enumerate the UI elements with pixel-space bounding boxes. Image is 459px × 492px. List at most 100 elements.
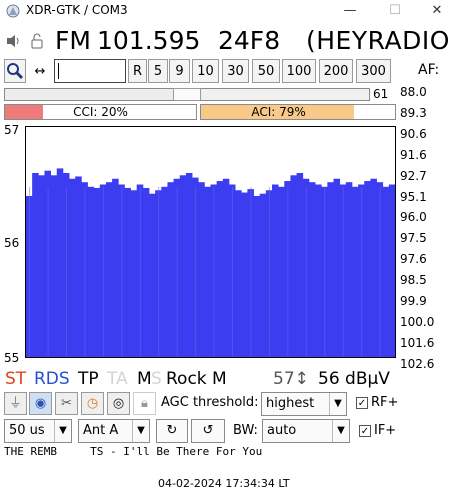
- af-item[interactable]: 96.0: [400, 210, 448, 224]
- signal-bar: [50, 175, 58, 357]
- graph-texture-line: [324, 187, 326, 357]
- status-time: 04-02-2024 17:34:34 LT: [158, 477, 290, 490]
- signal-slider-handle[interactable]: [173, 88, 201, 101]
- step-button-30[interactable]: 30: [222, 59, 249, 83]
- signal-graph[interactable]: [25, 126, 396, 358]
- antenna-value: Ant A: [83, 423, 119, 438]
- signal-bar: [105, 182, 113, 357]
- signal-slider[interactable]: [4, 88, 370, 101]
- frequency-display[interactable]: 101.595: [97, 26, 200, 56]
- af-item[interactable]: 97.5: [400, 231, 448, 245]
- if-checkbox[interactable]: ✓: [359, 425, 371, 437]
- af-item[interactable]: 97.6: [400, 252, 448, 266]
- graph-texture-line: [121, 187, 123, 357]
- graph-texture-line: [84, 187, 86, 357]
- af-item[interactable]: 89.3: [400, 106, 448, 120]
- settings-button[interactable]: ✂: [55, 392, 78, 415]
- rf-checkbox[interactable]: ✓: [356, 397, 368, 409]
- step-button-10[interactable]: 10: [192, 59, 219, 83]
- af-item[interactable]: 91.6: [400, 148, 448, 162]
- signal-bar: [149, 193, 156, 357]
- graph-texture-line: [305, 187, 307, 357]
- signal-bar: [345, 182, 353, 357]
- pi-code: 24F8: [218, 26, 281, 55]
- af-item[interactable]: 88.0: [400, 85, 448, 99]
- antenna-select[interactable]: Ant A ▼: [78, 419, 150, 443]
- step-button-5[interactable]: 5: [148, 59, 168, 83]
- signal-bar: [87, 186, 95, 357]
- rotate-ccw-button[interactable]: ↺: [191, 419, 225, 443]
- rotate-cw-button[interactable]: ↻: [156, 419, 188, 443]
- step-button-50[interactable]: 50: [252, 59, 280, 83]
- frequency-input[interactable]: [54, 59, 126, 83]
- chevron-down-icon: ▼: [329, 393, 346, 415]
- signal-bar: [388, 184, 396, 357]
- step-button-200[interactable]: 200: [319, 59, 353, 83]
- bandwidth-select[interactable]: auto ▼: [262, 419, 350, 443]
- af-item[interactable]: 90.6: [400, 127, 448, 141]
- graph-texture-line: [29, 187, 31, 357]
- signal-bar: [235, 190, 242, 357]
- pty-label: Rock M: [166, 369, 227, 389]
- signal-bar: [142, 187, 150, 357]
- step-button-9[interactable]: 9: [169, 59, 190, 83]
- signal-bar: [296, 173, 304, 357]
- rds-button[interactable]: ◉: [29, 392, 52, 415]
- signal-bar: [38, 175, 45, 357]
- step-button-100[interactable]: 100: [282, 59, 316, 83]
- tp-flag: TP: [78, 369, 99, 389]
- close-button[interactable]: ✕: [415, 0, 459, 22]
- graph-texture-line: [250, 187, 252, 357]
- clock-button[interactable]: ◷: [81, 392, 104, 415]
- af-item[interactable]: 99.9: [400, 294, 448, 308]
- af-item[interactable]: 98.5: [400, 273, 448, 287]
- scan-button[interactable]: ◎: [107, 392, 130, 415]
- swap-arrows-icon[interactable]: ↔: [29, 59, 51, 83]
- padlock-icon: 🔒︎: [141, 396, 148, 411]
- rds-flag: RDS: [34, 369, 70, 389]
- rotate-ccw-icon: ↺: [202, 423, 214, 438]
- af-item[interactable]: 100.0: [400, 315, 448, 329]
- af-item[interactable]: 102.6: [400, 357, 448, 371]
- rf-label: RF+: [371, 395, 399, 410]
- signal-bar: [351, 186, 359, 357]
- graph-texture-line: [195, 187, 197, 357]
- signal-bar: [370, 178, 377, 357]
- deemphasis-select[interactable]: 50 us ▼: [4, 419, 72, 443]
- bw-label: BW:: [233, 423, 258, 438]
- agc-select[interactable]: highest ▼: [261, 392, 347, 416]
- af-item[interactable]: 92.7: [400, 169, 448, 183]
- search-button[interactable]: [4, 59, 26, 83]
- af-item[interactable]: 95.1: [400, 190, 448, 204]
- signal-bar: [204, 186, 211, 357]
- cci-label: CCI: 20%: [73, 105, 128, 119]
- signal-slider-value: 61: [373, 87, 389, 101]
- volume-icon[interactable]: [6, 34, 22, 48]
- aci-label: ACI: 79%: [251, 105, 306, 119]
- lock-icon[interactable]: [30, 33, 44, 49]
- signal-bar: [222, 178, 230, 357]
- connect-button[interactable]: ⏚: [4, 392, 27, 415]
- signal-bar: [185, 173, 193, 357]
- step-button-300[interactable]: 300: [356, 59, 391, 83]
- chevron-down-icon: ▼: [132, 420, 149, 442]
- signal-bar: [259, 193, 267, 357]
- graph-texture-line: [176, 187, 178, 357]
- signal-bar: [315, 184, 322, 357]
- step-button-R[interactable]: R: [128, 59, 147, 83]
- lock-button[interactable]: 🔒︎: [133, 392, 156, 415]
- signal-graph-svg: [26, 168, 396, 357]
- signal-bar: [241, 192, 248, 357]
- maximize-button[interactable]: ☐: [373, 0, 417, 22]
- signal-bar: [112, 178, 119, 357]
- chevron-down-icon: ▼: [54, 420, 71, 442]
- stereo-flag: ST: [5, 369, 27, 389]
- signal-bar: [130, 190, 138, 357]
- signal-bar: [382, 186, 390, 357]
- clock-icon: ◷: [86, 396, 99, 411]
- broadcast-icon: ◉: [34, 396, 47, 411]
- minimize-button[interactable]: —: [328, 0, 372, 22]
- y-tick-56: 56: [4, 236, 20, 250]
- graph-texture-line: [139, 187, 141, 357]
- af-item[interactable]: 101.6: [400, 336, 448, 350]
